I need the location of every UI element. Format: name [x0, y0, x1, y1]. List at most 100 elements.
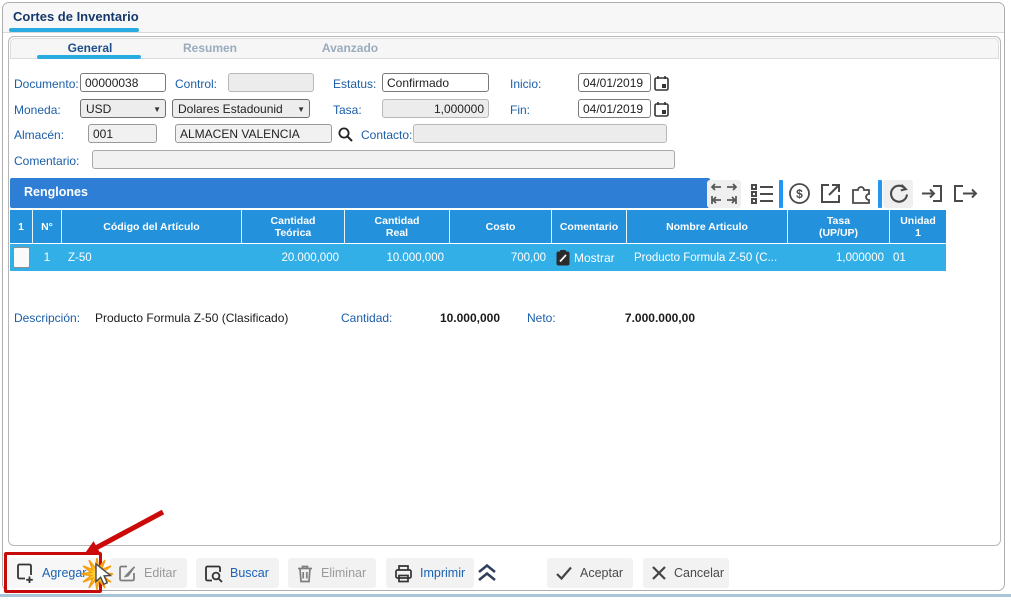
import-rows-icon[interactable]: [920, 182, 944, 210]
tasa-input: [382, 99, 489, 118]
plugin-puzzle-icon[interactable]: [850, 182, 874, 210]
inicio-calendar-icon[interactable]: [653, 74, 670, 92]
renglones-header-bar: [10, 178, 710, 208]
nav-arrows-icon[interactable]: [709, 181, 739, 212]
row-costo: 700,00: [450, 244, 552, 271]
collapse-chevrons-icon[interactable]: [475, 561, 499, 585]
cantidad-value: 10.000,000: [415, 311, 500, 325]
documento-label: Documento:: [14, 77, 79, 91]
eliminar-label: Eliminar: [321, 566, 366, 580]
buscar-button[interactable]: Buscar: [196, 558, 279, 588]
comentario-input[interactable]: [92, 150, 675, 169]
moneda-name-value: Dolares Estadounid: [178, 102, 283, 116]
currency-dollar-icon[interactable]: $: [788, 182, 811, 210]
col-numero[interactable]: N°: [33, 210, 62, 243]
svg-text:$: $: [796, 187, 803, 201]
inicio-input[interactable]: [578, 73, 651, 92]
neto-label: Neto:: [527, 311, 556, 325]
contacto-input: [413, 124, 667, 143]
inicio-label: Inicio:: [510, 77, 541, 91]
col-costo[interactable]: Costo: [450, 210, 552, 243]
search-record-icon: [204, 564, 223, 583]
open-external-icon[interactable]: [819, 182, 842, 210]
fin-label: Fin:: [510, 103, 530, 117]
row-unidad: 01: [890, 244, 946, 271]
contacto-label: Contacto:: [361, 128, 412, 142]
dialog-title: Cortes de Inventario: [13, 9, 139, 24]
row-checkbox[interactable]: [13, 247, 30, 268]
row-codigo: Z-50: [62, 244, 242, 271]
refresh-icon[interactable]: [887, 182, 910, 210]
annotation-highlight-box: [4, 552, 102, 593]
col-unidad[interactable]: Unidad 1: [890, 210, 946, 243]
tab-active-indicator: [37, 55, 141, 59]
almacen-label: Almacén:: [14, 128, 64, 142]
page-bottom-edge: [0, 594, 1011, 597]
grid-header: 1 N° Código del Artículo Cantidad Teóric…: [10, 210, 946, 243]
app-window: Cortes de Inventario General Resumen Ava…: [0, 0, 1011, 600]
row-tasa: 1,000000: [788, 244, 890, 271]
control-input: [228, 73, 314, 92]
row-numero: 1: [33, 244, 62, 271]
comment-note-icon[interactable]: [556, 250, 570, 266]
table-row[interactable]: 1 Z-50 20.000,000 10.000,000 700,00 Most…: [10, 244, 946, 271]
almacen-name-input[interactable]: [175, 124, 332, 143]
fin-input[interactable]: [578, 99, 651, 118]
moneda-name-select[interactable]: Dolares Estadounid ▼: [172, 99, 310, 118]
toolbar-separator: [779, 180, 783, 208]
row-comentario-link[interactable]: Mostrar: [574, 251, 615, 265]
moneda-code-value: USD: [86, 102, 111, 116]
imprimir-button[interactable]: Imprimir: [386, 558, 474, 588]
trash-icon: [296, 564, 314, 583]
editar-button[interactable]: Editar: [110, 558, 187, 588]
cantidad-label: Cantidad:: [341, 311, 392, 325]
tab-avanzado[interactable]: Avanzado: [295, 41, 405, 55]
dialog-titlebar: [3, 3, 1004, 33]
documento-input[interactable]: [80, 73, 166, 92]
almacen-search-icon[interactable]: [336, 125, 355, 144]
title-active-indicator: [9, 28, 139, 32]
col-cantidad-teorica[interactable]: Cantidad Teórica: [242, 210, 345, 243]
col-codigo[interactable]: Código del Artículo: [62, 210, 242, 243]
row-cantidad-teorica: 20.000,000: [242, 244, 345, 271]
toolbar-separator: [878, 180, 882, 208]
almacen-code-input[interactable]: [88, 124, 157, 143]
imprimir-label: Imprimir: [420, 566, 465, 580]
editar-label: Editar: [144, 566, 177, 580]
edit-icon: [118, 564, 137, 583]
col-tasa[interactable]: Tasa (UP/UP): [788, 210, 890, 243]
cancelar-label: Cancelar: [674, 566, 724, 580]
cancelar-button[interactable]: Cancelar: [643, 558, 729, 588]
aceptar-label: Aceptar: [580, 566, 623, 580]
export-rows-icon[interactable]: [952, 182, 978, 210]
col-cantidad-real[interactable]: Cantidad Real: [345, 210, 450, 243]
buscar-label: Buscar: [230, 566, 269, 580]
estatus-label: Estatus:: [333, 77, 376, 91]
chevron-down-icon: ▼: [153, 105, 161, 114]
col-comentario[interactable]: Comentario: [552, 210, 627, 243]
tab-general[interactable]: General: [40, 41, 140, 55]
close-icon: [651, 565, 667, 581]
renglones-title: Renglones: [24, 185, 88, 199]
tab-resumen[interactable]: Resumen: [160, 41, 260, 55]
moneda-label: Moneda:: [14, 103, 61, 117]
row-cantidad-real: 10.000,000: [345, 244, 450, 271]
col-select[interactable]: 1: [10, 210, 33, 243]
neto-value: 7.000.000,00: [590, 311, 695, 325]
row-nombre: Producto Formula Z-50 (C...: [627, 244, 788, 271]
descripcion-label: Descripción:: [14, 311, 80, 325]
fin-calendar-icon[interactable]: [653, 100, 670, 118]
col-nombre[interactable]: Nombre Articulo: [627, 210, 788, 243]
eliminar-button[interactable]: Eliminar: [288, 558, 376, 588]
tasa-label: Tasa:: [333, 103, 362, 117]
chevron-down-icon: ▼: [297, 105, 305, 114]
estatus-input[interactable]: [382, 73, 489, 92]
printer-icon: [394, 564, 413, 583]
tab-strip: [10, 38, 999, 59]
check-icon: [555, 565, 573, 581]
aceptar-button[interactable]: Aceptar: [547, 558, 633, 588]
row-list-icon[interactable]: [750, 182, 774, 211]
control-label: Control:: [175, 77, 217, 91]
comentario-label: Comentario:: [14, 154, 79, 168]
moneda-code-select[interactable]: USD ▼: [80, 99, 166, 118]
